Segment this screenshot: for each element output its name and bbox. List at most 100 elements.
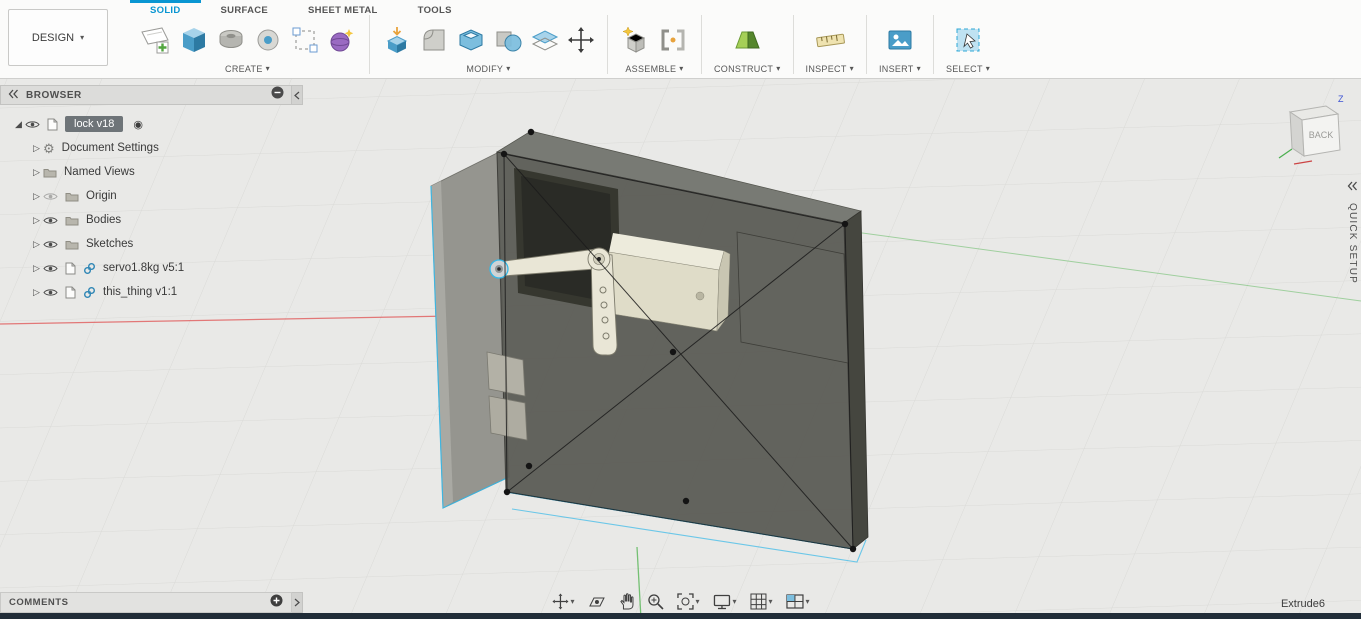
pan-tool[interactable] [618,593,633,610]
ribbon-toolbar: DESIGN ▾ SOLID SURFACE SHEET METAL TOOLS [0,0,1361,79]
modify-menu-button[interactable]: MODIFY ▾ [466,64,510,74]
tree-collapsed-icon[interactable]: ▷ [30,167,43,178]
create-sketch-icon[interactable] [138,23,172,57]
browser-resize-handle[interactable] [292,85,303,105]
measure-icon[interactable] [813,25,847,55]
quick-setup-label[interactable]: QUICK SETUP [1347,203,1358,284]
design-workspace-dropdown[interactable]: DESIGN ▾ [8,9,108,66]
create-form-icon[interactable] [327,25,357,55]
caret-down-icon: ▾ [805,596,810,606]
caret-down-icon: ▾ [776,64,781,73]
zoom-tool[interactable] [646,593,664,610]
grid-snaps-tool[interactable]: ▾ [750,593,773,610]
assemble-menu-button[interactable]: ASSEMBLE ▾ [625,64,683,74]
navigation-toolbar: ▾ ▾ ▾ ▾ ▾ [551,593,810,610]
view-cube[interactable]: Z BACK [1276,92,1350,177]
tab-solid[interactable]: SOLID [130,0,201,16]
activate-component-radio[interactable]: ◉ [133,118,143,131]
quick-setup-panel[interactable]: QUICK SETUP [1347,178,1358,284]
look-at-tool[interactable] [587,594,605,610]
press-pull-icon[interactable] [382,25,412,55]
combine-icon[interactable] [493,25,523,55]
select-icon[interactable] [953,25,983,55]
tree-collapsed-icon[interactable]: ▷ [30,287,43,298]
fit-tool[interactable]: ▾ [676,593,699,610]
linked-component-icon [83,286,96,299]
insert-menu-button[interactable]: INSERT ▾ [879,64,921,74]
tree-row-root-component[interactable]: ◢ lock v18 ◉ [0,112,304,136]
ribbon-group-construct: CONSTRUCT ▾ [701,15,793,74]
window-bottom-edge [0,613,1361,619]
select-menu-button[interactable]: SELECT ▾ [946,64,990,74]
caret-down-icon: ▾ [849,64,854,73]
orbit-icon [551,593,568,610]
inspect-menu-button[interactable]: INSPECT ▾ [806,64,854,74]
joint-icon[interactable] [657,25,689,55]
tab-surface[interactable]: SURFACE [201,0,289,16]
tab-sheet-metal[interactable]: SHEET METAL [288,0,398,16]
collapse-left-icon[interactable] [8,86,19,104]
pattern-icon[interactable] [290,25,320,55]
tree-row-thisthing-component[interactable]: ▷ this_thing v1:1 [0,280,304,304]
tree-collapsed-icon[interactable]: ▷ [30,263,43,274]
tree-row-document-settings[interactable]: ▷ ⚙ Document Settings [0,136,304,160]
create-menu-button[interactable]: CREATE ▾ [225,64,270,74]
comments-expand-handle[interactable] [292,592,303,613]
offset-face-icon[interactable] [530,25,560,55]
component-icon [65,262,76,275]
active-feature-label: Extrude6 [1280,598,1325,610]
root-component-label[interactable]: lock v18 [65,116,124,132]
tab-tools[interactable]: TOOLS [398,0,472,16]
add-comment-icon[interactable] [270,594,283,612]
fit-icon [676,593,694,610]
ribbon-group-assemble: ASSEMBLE ▾ [607,15,701,74]
tree-collapsed-icon[interactable]: ▷ [30,191,43,202]
folder-icon [65,191,79,202]
visibility-eye-icon[interactable] [43,216,58,225]
display-settings-tool[interactable]: ▾ [712,594,737,610]
comments-bar[interactable]: COMMENTS [0,592,292,613]
tree-collapsed-icon[interactable]: ▷ [30,239,43,250]
tree-row-sketches[interactable]: ▷ Sketches [0,232,304,256]
ribbon-tabs: SOLID SURFACE SHEET METAL TOOLS [130,0,472,16]
tree-row-bodies[interactable]: ▷ Bodies [0,208,304,232]
minimize-panel-icon[interactable] [271,86,284,104]
visibility-eye-icon[interactable] [43,288,58,297]
component-icon [47,118,58,131]
tree-row-origin[interactable]: ▷ Origin [0,184,304,208]
look-at-icon [588,597,605,606]
visibility-eye-icon[interactable] [25,120,40,129]
fillet-icon[interactable] [419,25,449,55]
revolve-icon[interactable] [216,25,246,55]
tree-row-servo-component[interactable]: ▷ servo1.8kg v5:1 [0,256,304,280]
visibility-eye-icon[interactable] [43,240,58,249]
ribbon-group-create: CREATE ▾ [126,15,369,74]
viewports-tool[interactable]: ▾ [785,594,810,609]
tree-expanded-icon[interactable]: ◢ [12,119,25,130]
visibility-eye-off-icon[interactable] [43,192,58,201]
insert-icon[interactable] [886,26,914,54]
folder-icon [43,167,57,178]
ribbon-group-select: SELECT ▾ [932,15,1002,74]
caret-down-icon: ▾ [506,64,511,73]
construct-menu-button[interactable]: CONSTRUCT ▾ [714,64,781,74]
orbit-tool[interactable]: ▾ [551,593,574,610]
tree-collapsed-icon[interactable]: ▷ [30,215,43,226]
hole-icon[interactable] [253,25,283,55]
construct-plane-icon[interactable] [731,25,763,55]
linked-component-icon [83,262,96,275]
shell-icon[interactable] [456,25,486,55]
tree-collapsed-icon[interactable]: ▷ [30,143,43,154]
new-component-icon[interactable] [620,25,650,55]
extrude-icon[interactable] [179,25,209,55]
ribbon-groups: CREATE ▾ MODIFY ▾ ASSEMBLE ▾ CONSTRUCT ▾… [126,15,1002,74]
browser-tree: ◢ lock v18 ◉ ▷ ⚙ Document Settings ▷ Nam… [0,105,304,304]
move-copy-icon[interactable] [567,26,595,54]
caret-down-icon: ▾ [985,64,991,73]
tree-row-named-views[interactable]: ▷ Named Views [0,160,304,184]
folder-icon [65,215,79,226]
comments-title: COMMENTS [9,597,69,608]
collapse-left-icon[interactable] [1347,178,1358,196]
caret-down-icon: ▾ [768,596,773,606]
visibility-eye-icon[interactable] [43,264,58,273]
